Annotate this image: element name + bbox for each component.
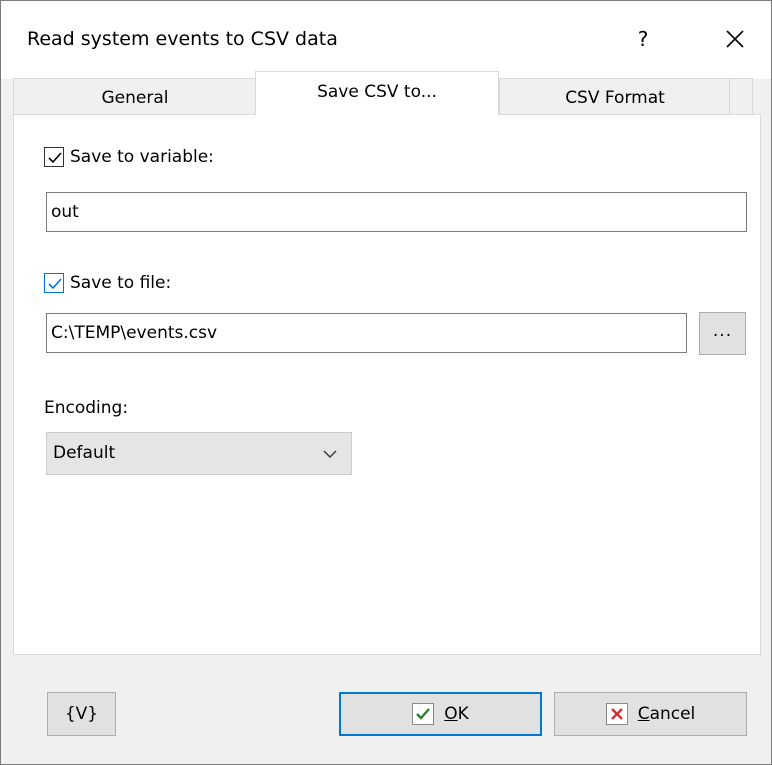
variable-name-field[interactable]: out bbox=[46, 192, 747, 232]
save-to-variable-label: Save to variable: bbox=[70, 147, 214, 167]
save-to-file-option[interactable]: Save to file: bbox=[44, 273, 171, 293]
tab-strip-filler bbox=[729, 78, 753, 115]
title-bar: Read system events to CSV data ? bbox=[1, 1, 771, 79]
chevron-down-icon bbox=[323, 450, 337, 458]
checkmark-icon bbox=[48, 152, 62, 164]
save-to-file-label: Save to file: bbox=[70, 273, 172, 293]
browse-button[interactable]: ... bbox=[699, 312, 746, 355]
save-to-file-checkbox[interactable] bbox=[44, 273, 64, 293]
save-to-variable-checkbox[interactable] bbox=[44, 147, 64, 167]
tab-csv-format[interactable]: CSV Format bbox=[499, 78, 731, 116]
tab-save-csv-to[interactable]: Save CSV to... bbox=[255, 71, 499, 115]
close-button[interactable] bbox=[713, 19, 757, 59]
dialog-window: Read system events to CSV data ? General… bbox=[0, 0, 772, 765]
encoding-select[interactable]: Default bbox=[46, 432, 352, 475]
tab-general[interactable]: General bbox=[13, 78, 257, 116]
cancel-button[interactable]: Cancel bbox=[554, 692, 747, 736]
encoding-label: Encoding: bbox=[44, 398, 129, 418]
help-button[interactable]: ? bbox=[621, 19, 665, 59]
variables-button[interactable]: {V} bbox=[47, 692, 116, 736]
window-title: Read system events to CSV data bbox=[27, 28, 338, 50]
ok-check-icon bbox=[412, 703, 435, 725]
file-path-field[interactable]: C:\TEMP\events.csv bbox=[46, 313, 687, 353]
close-icon bbox=[726, 30, 744, 48]
ok-button-label: OK bbox=[444, 704, 469, 724]
save-to-variable-option[interactable]: Save to variable: bbox=[44, 147, 214, 167]
checkmark-icon bbox=[48, 278, 62, 290]
cancel-x-icon bbox=[605, 703, 628, 725]
ok-button[interactable]: OK bbox=[339, 692, 542, 736]
cancel-button-label: Cancel bbox=[637, 704, 696, 724]
encoding-selected-value: Default bbox=[53, 443, 116, 463]
